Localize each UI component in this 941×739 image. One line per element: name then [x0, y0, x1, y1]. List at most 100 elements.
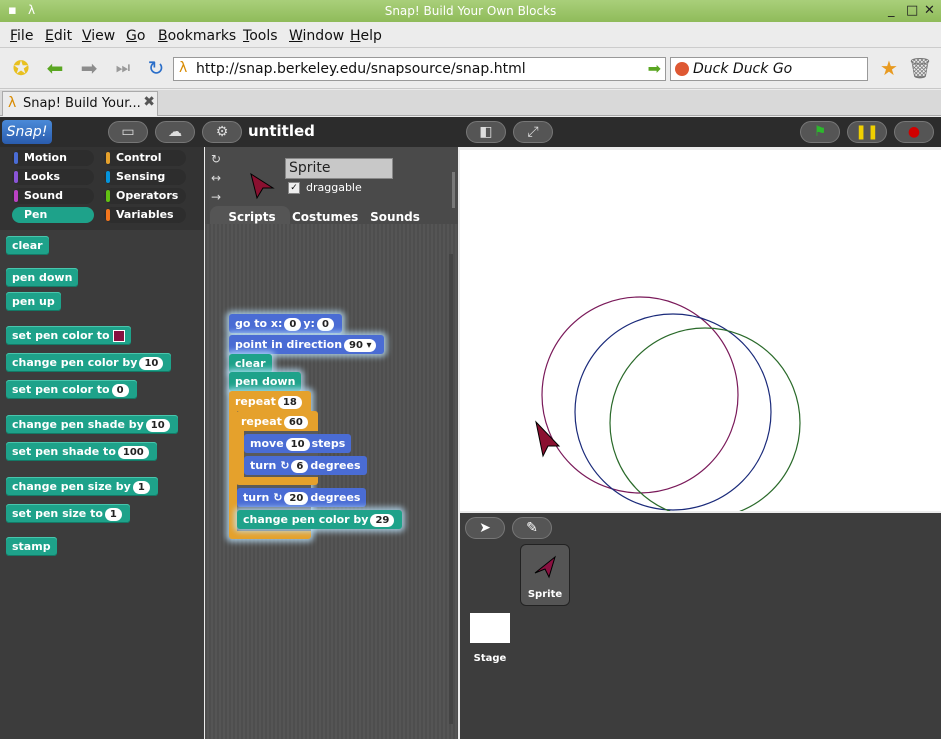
category-label: Motion [24, 151, 67, 164]
minimize-icon[interactable]: _ [888, 3, 895, 18]
search-bar[interactable]: Duck Duck Go [670, 57, 868, 81]
block-set-pen-shade[interactable]: set pen shade to 100 [6, 442, 157, 461]
script-change-pen-color[interactable]: change pen color by 29 [237, 510, 403, 529]
tab-snap[interactable]: λ Snap! Build Your... ✖ [2, 91, 158, 116]
trash-icon[interactable]: 🗑 [907, 55, 933, 81]
menu-bookmarks[interactable]: Bookmarks [158, 28, 236, 44]
tab-close-icon[interactable]: ✖ [143, 94, 155, 110]
script-clear[interactable]: clear [229, 354, 272, 373]
block-change-pen-shade[interactable]: change pen shade by 10 [6, 415, 178, 434]
block-input[interactable]: 1 [132, 480, 150, 494]
menubar: File Edit View Go Bookmarks Tools Window… [0, 23, 941, 48]
script-turn-inner[interactable]: turn ↻ 6 degrees [244, 456, 367, 475]
block-set-pen-color-number[interactable]: set pen color to 0 [6, 380, 137, 399]
draggable-checkbox[interactable]: ✓ [288, 182, 300, 194]
block-input[interactable]: 100 [117, 445, 149, 459]
close-icon[interactable]: ✕ [924, 3, 935, 18]
degrees-input[interactable]: 20 [284, 491, 309, 505]
block-pen-down[interactable]: pen down [6, 268, 79, 287]
pointer-arrow-icon[interactable]: ➤ [465, 517, 505, 539]
block-input[interactable]: 10 [145, 418, 170, 432]
block-label: point in direction [235, 338, 343, 351]
flip-style-icon[interactable]: ↔ [211, 171, 221, 185]
script-move[interactable]: move 10 steps [244, 434, 352, 453]
dropdown-arrow-icon[interactable]: ▾ [366, 340, 371, 351]
direction-input[interactable]: 90 ▾ [344, 338, 377, 352]
menu-file[interactable]: File [10, 28, 33, 44]
no-rotate-icon[interactable]: → [211, 190, 221, 204]
category-sound[interactable]: Sound [12, 188, 94, 204]
file-menu-icon[interactable]: ▭ [108, 121, 148, 143]
script-turn-outer[interactable]: turn ↻ 20 degrees [237, 488, 367, 507]
category-label: Sensing [116, 170, 166, 183]
url-bar[interactable]: λ http://snap.berkeley.edu/snapsource/sn… [173, 57, 666, 81]
stop-icon[interactable]: ● [894, 121, 934, 143]
settings-gear-icon[interactable]: ⚙ [202, 121, 242, 143]
rotate-style-icon[interactable]: ↻ [211, 152, 221, 166]
repeat-count-input[interactable]: 60 [283, 415, 308, 429]
category-sensing[interactable]: Sensing [104, 169, 186, 185]
block-pen-up[interactable]: pen up [6, 292, 61, 311]
block-input[interactable]: 10 [139, 356, 164, 370]
color-change-input[interactable]: 29 [370, 513, 395, 527]
corral-sprite[interactable]: Sprite [520, 544, 570, 606]
pen-circle-1 [541, 296, 739, 494]
block-change-pen-color[interactable]: change pen color by 10 [6, 353, 172, 372]
category-variables[interactable]: Variables [104, 207, 186, 223]
green-flag-icon[interactable]: ⚑ [800, 121, 840, 143]
sprite-bar-scrollbar[interactable] [452, 172, 455, 208]
menu-go[interactable]: Go [126, 28, 145, 44]
block-stamp[interactable]: stamp [6, 537, 57, 556]
tab-sounds[interactable]: Sounds [368, 209, 422, 225]
snap-logo[interactable]: Snap! [2, 120, 52, 144]
block-clear[interactable]: clear [6, 236, 49, 255]
block-label: set pen color to [12, 329, 110, 342]
category-motion[interactable]: Motion [12, 150, 94, 166]
menu-tools[interactable]: Tools [243, 28, 278, 44]
block-set-pen-color-swatch[interactable]: set pen color to [6, 326, 131, 345]
scripts-scrollbar[interactable] [449, 254, 453, 724]
cloud-icon[interactable]: ☁ [155, 121, 195, 143]
stage-size-icon[interactable]: ◧ [466, 121, 506, 143]
pen-circle-3 [609, 327, 801, 519]
stage-thumbnail[interactable] [470, 613, 510, 643]
menu-edit[interactable]: Edit [45, 28, 72, 44]
category-pen[interactable]: Pen [12, 207, 94, 223]
skip-end-icon[interactable]: ⏭ [110, 55, 136, 81]
fullscreen-icon[interactable]: ⤢ [513, 121, 553, 143]
duckduckgo-icon [675, 62, 689, 76]
pause-icon[interactable]: ❚❚ [847, 121, 887, 143]
paintbrush-icon[interactable]: ✎ [512, 517, 552, 539]
color-swatch[interactable] [112, 330, 125, 342]
url-text: http://snap.berkeley.edu/snapsource/snap… [196, 61, 526, 77]
script-point-direction[interactable]: point in direction 90 ▾ [229, 335, 385, 354]
block-input[interactable]: 0 [111, 383, 129, 397]
steps-input[interactable]: 10 [285, 437, 310, 451]
forward-arrow-icon[interactable]: ➡ [76, 55, 102, 81]
block-set-pen-size[interactable]: set pen size to 1 [6, 504, 130, 523]
category-control[interactable]: Control [104, 150, 186, 166]
script-pen-down[interactable]: pen down [229, 372, 302, 391]
back-arrow-icon[interactable]: ⬅ [42, 55, 68, 81]
reload-icon[interactable]: ↻ [143, 55, 169, 81]
stage[interactable] [460, 150, 941, 519]
block-change-pen-size[interactable]: change pen size by 1 [6, 477, 158, 496]
degrees-input[interactable]: 6 [291, 459, 309, 473]
category-operators[interactable]: Operators [104, 188, 186, 204]
tab-scripts[interactable]: Scripts [223, 209, 281, 225]
sprite-name-input[interactable]: Sprite [285, 158, 393, 179]
tab-costumes[interactable]: Costumes [292, 209, 358, 225]
bookmark-star-icon[interactable]: ✪ [8, 55, 34, 81]
repeat-count-input[interactable]: 18 [277, 395, 302, 409]
x-input[interactable]: 0 [284, 317, 302, 331]
menu-help[interactable]: Help [350, 28, 382, 44]
menu-view[interactable]: View [82, 28, 115, 44]
maximize-icon[interactable]: □ [906, 3, 918, 18]
bookmarks-icon[interactable]: ★ [876, 55, 902, 81]
menu-window[interactable]: Window [289, 28, 344, 44]
script-go-to-xy[interactable]: go to x: 0 y: 0 [229, 314, 342, 333]
go-arrow-icon[interactable]: ➡ [648, 59, 661, 78]
block-input[interactable]: 1 [104, 507, 122, 521]
y-input[interactable]: 0 [316, 317, 334, 331]
category-looks[interactable]: Looks [12, 169, 94, 185]
